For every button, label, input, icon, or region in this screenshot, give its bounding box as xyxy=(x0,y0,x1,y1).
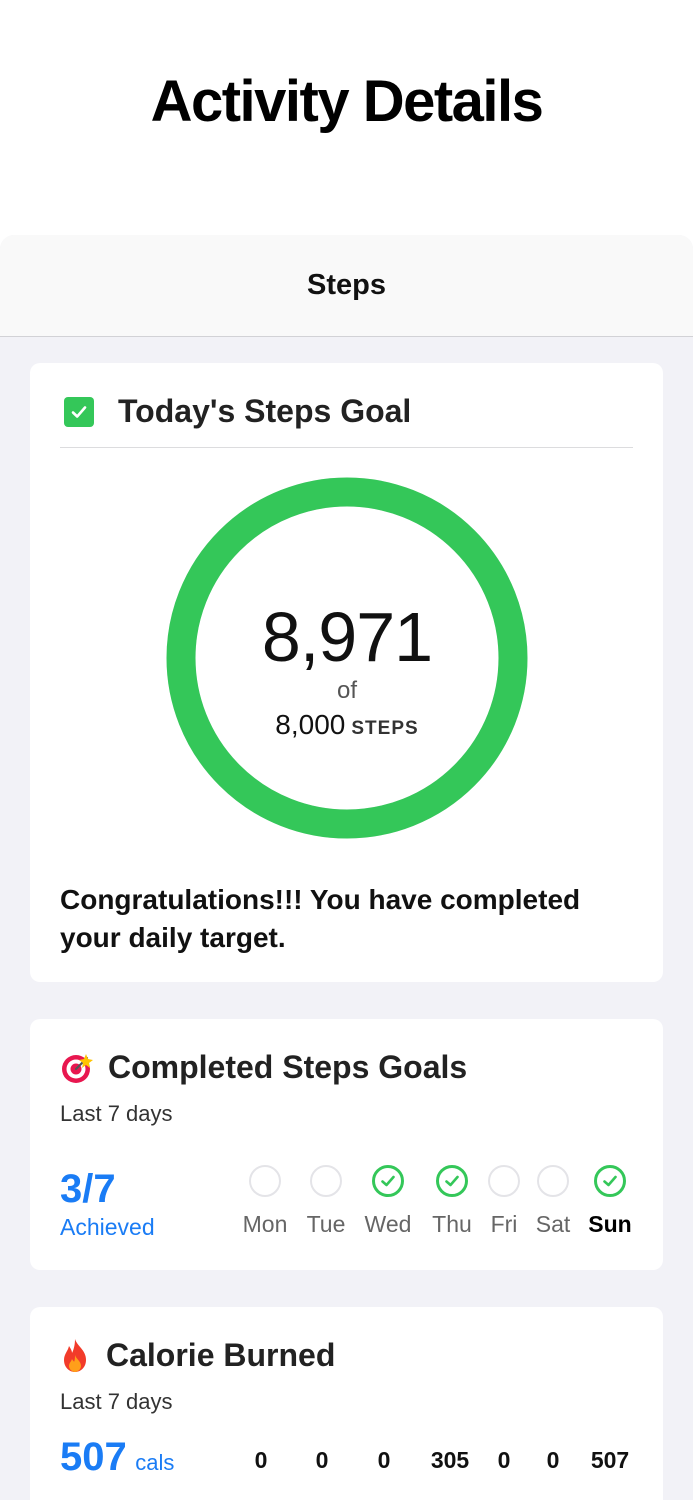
day-label: Sat xyxy=(535,1211,571,1237)
day-label: Mon xyxy=(242,1211,288,1237)
check-circle-icon xyxy=(594,1165,626,1197)
day-mon: Mon xyxy=(235,1165,295,1238)
achieved-label: Achieved xyxy=(60,1214,155,1240)
page-title: Activity Details xyxy=(150,69,544,134)
calorie-total-unit: cals xyxy=(135,1450,175,1475)
steps-goal-heading: Today's Steps Goal xyxy=(118,393,412,429)
ring-center: 8,971 of 8,000 STEPS xyxy=(166,477,528,839)
day-label: Sun xyxy=(588,1211,632,1237)
calorie-total-value: 507 xyxy=(60,1435,127,1479)
steps-sheet: Steps Today's Steps Goal 8,971 of 8,000 S… xyxy=(0,235,693,1500)
page-header: Activity Details xyxy=(0,0,693,235)
calorie-day-value: 0 xyxy=(315,1447,329,1473)
steps-goal: 8,000 STEPS xyxy=(166,709,528,741)
empty-circle-icon xyxy=(488,1165,520,1197)
day-sat: Sat xyxy=(523,1165,583,1238)
steps-progress-ring: 8,971 of 8,000 STEPS xyxy=(166,477,528,839)
completed-goals-card[interactable]: Completed Steps Goals Last 7 days 3/7 Ac… xyxy=(30,1019,663,1270)
calorie-header: Calorie Burned xyxy=(60,1337,335,1374)
calorie-day-value: 507 xyxy=(590,1447,630,1473)
calorie-total: 507 cals xyxy=(60,1435,174,1480)
flame-icon xyxy=(60,1338,90,1374)
day-label: Tue xyxy=(306,1211,346,1237)
completed-goals-subtitle: Last 7 days xyxy=(60,1101,173,1126)
divider xyxy=(60,447,633,448)
check-circle-icon xyxy=(372,1165,404,1197)
checkbox-icon xyxy=(64,396,94,427)
day-tue: Tue xyxy=(296,1165,356,1238)
empty-circle-icon xyxy=(310,1165,342,1197)
calorie-day-value: 0 xyxy=(377,1447,391,1473)
calorie-day-value: 0 xyxy=(254,1447,268,1473)
calorie-card[interactable]: Calorie Burned Last 7 days 507 cals 0 0 0 3… xyxy=(30,1307,663,1500)
empty-circle-icon xyxy=(537,1165,569,1197)
empty-circle-icon xyxy=(249,1165,281,1197)
steps-goal-card: Today's Steps Goal 8,971 of 8,000 STEPS C… xyxy=(30,363,663,982)
day-label: Wed xyxy=(364,1211,412,1237)
of-label: of xyxy=(336,677,357,704)
target-icon xyxy=(60,1051,94,1085)
calorie-day-value: 0 xyxy=(546,1447,560,1473)
achieved-count: 3/7 xyxy=(60,1167,116,1211)
congrats-message: Congratulations!!! You have completed yo… xyxy=(60,884,581,953)
calorie-heading: Calorie Burned xyxy=(106,1337,336,1373)
completed-goals-header: Completed Steps Goals xyxy=(60,1049,467,1086)
goal-unit: STEPS xyxy=(351,718,419,739)
check-circle-icon xyxy=(436,1165,468,1197)
completed-goals-heading: Completed Steps Goals xyxy=(108,1049,468,1085)
calorie-subtitle: Last 7 days xyxy=(60,1389,173,1414)
day-thu: Thu xyxy=(422,1165,482,1238)
day-sun: Sun xyxy=(580,1165,640,1238)
steps-goal-header: Today's Steps Goal xyxy=(60,393,411,430)
sheet-header: Steps xyxy=(0,235,693,337)
steps-count: 8,971 xyxy=(261,598,433,676)
goal-value: 8,000 xyxy=(275,709,346,740)
day-wed: Wed xyxy=(358,1165,418,1238)
sheet-title: Steps xyxy=(307,269,386,301)
day-label: Thu xyxy=(432,1211,472,1237)
calorie-day-value: 305 xyxy=(430,1447,470,1473)
